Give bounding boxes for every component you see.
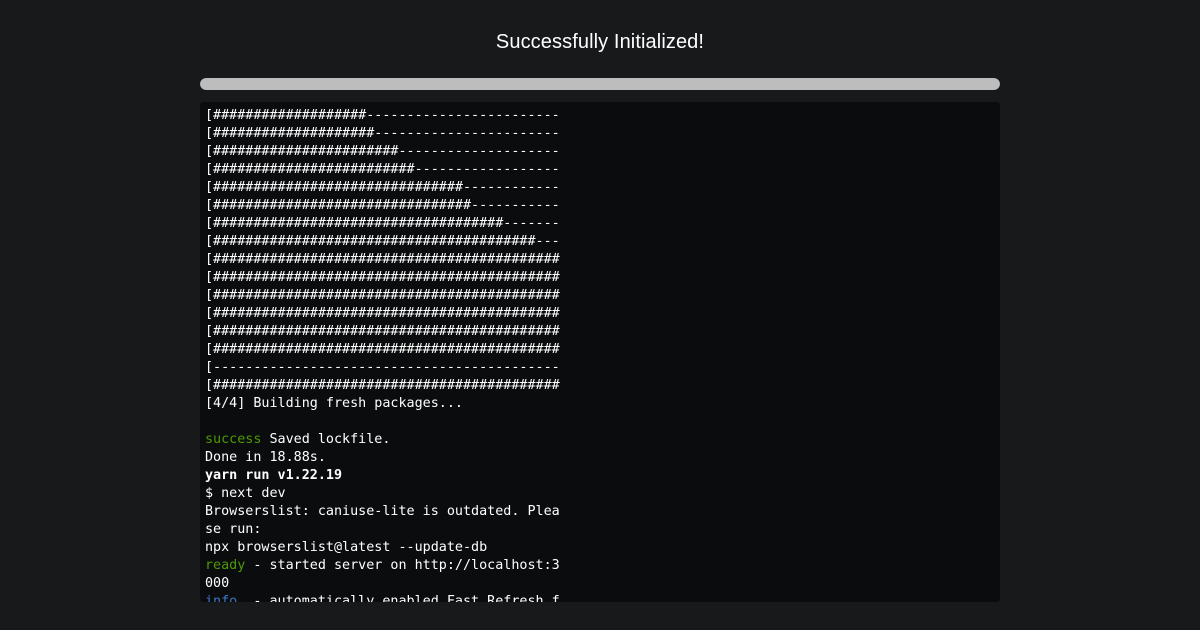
terminal-line-text: $ next dev xyxy=(205,486,286,501)
terminal-line-text: [#######################################… xyxy=(205,342,560,357)
terminal-line: Browserslist: caniuse-lite is outdated. … xyxy=(205,503,565,521)
terminal-line-tag: success xyxy=(205,432,262,447)
terminal-line: [####################-------------------… xyxy=(205,125,565,143)
terminal-line: [#######################################… xyxy=(205,377,565,395)
terminal-line: [#######################################… xyxy=(205,251,565,269)
terminal-line: [#######################################… xyxy=(205,233,565,251)
terminal-line: [#######################################… xyxy=(205,287,565,305)
terminal-line: [#######################################… xyxy=(205,269,565,287)
terminal-line-text: [#######################----------------… xyxy=(205,144,560,159)
terminal-output[interactable]: [###################--------------------… xyxy=(200,102,1000,602)
terminal-line: $ next dev xyxy=(205,485,565,503)
terminal-line: se run: xyxy=(205,521,565,539)
terminal-line-text: [################################-------… xyxy=(205,198,560,213)
terminal-line-text: [#######################################… xyxy=(205,324,560,339)
terminal-line-tag: ready xyxy=(205,558,246,573)
terminal-line: yarn run v1.22.19 xyxy=(205,467,565,485)
terminal-line-tag: info xyxy=(205,594,238,602)
terminal-line-text: [#########################--------------… xyxy=(205,162,560,177)
terminal-line-text: [####################################---… xyxy=(205,216,560,231)
terminal-line-text: [#######################################… xyxy=(205,288,560,303)
terminal-line: [###################--------------------… xyxy=(205,107,565,125)
terminal-line: ready - started server on http://localho… xyxy=(205,557,565,575)
terminal-line-text: yarn run v1.22.19 xyxy=(205,468,343,483)
terminal-line: success Saved lockfile. xyxy=(205,431,565,449)
terminal-line-text: se run: xyxy=(205,522,262,537)
terminal-line: info - automatically enabled Fast Refres… xyxy=(205,593,565,602)
terminal-line: [4/4] Building fresh packages... xyxy=(205,395,565,413)
terminal-line-text: Done in 18.88s. xyxy=(205,450,326,465)
terminal-line: [#######################################… xyxy=(205,305,565,323)
terminal-line-text: [---------------------------------------… xyxy=(205,360,560,375)
terminal-line-text: [#######################################… xyxy=(205,252,560,267)
terminal-line-text: [####################-------------------… xyxy=(205,126,560,141)
terminal-line-text: [#######################################… xyxy=(205,234,560,249)
terminal-line: 000 xyxy=(205,575,565,593)
terminal-line-text: Browserslist: caniuse-lite is outdated. … xyxy=(205,504,560,519)
terminal-line: [#######################----------------… xyxy=(205,143,565,161)
terminal-line-text: [###############################--------… xyxy=(205,180,560,195)
terminal-line-text: - started server on http://localhost:3 xyxy=(245,558,560,573)
terminal-line-text: [4/4] Building fresh packages... xyxy=(205,396,463,411)
terminal-line-text: [#######################################… xyxy=(205,270,560,285)
terminal-line: [#######################################… xyxy=(205,341,565,359)
terminal-line-text: 000 xyxy=(205,576,230,591)
terminal-line-text: [#######################################… xyxy=(205,306,560,321)
terminal-line: Done in 18.88s. xyxy=(205,449,565,467)
terminal-line: [#######################################… xyxy=(205,323,565,341)
page-title: Successfully Initialized! xyxy=(495,31,705,53)
terminal-log: [###################--------------------… xyxy=(205,107,565,602)
terminal-line-text: - automatically enabled Fast Refresh f xyxy=(237,594,560,602)
terminal-line-text: [###################--------------------… xyxy=(205,108,560,123)
progress-bar xyxy=(200,78,1000,90)
terminal-line: npx browserslist@latest --update-db xyxy=(205,539,565,557)
terminal-line: [###############################--------… xyxy=(205,179,565,197)
terminal-line-text: [#######################################… xyxy=(205,378,560,393)
terminal-line: [---------------------------------------… xyxy=(205,359,565,377)
terminal-line-text: Saved lockfile. xyxy=(261,432,391,447)
terminal-line: [####################################---… xyxy=(205,215,565,233)
terminal-line-text: npx browserslist@latest --update-db xyxy=(205,540,488,555)
progress-bar-fill xyxy=(200,78,1000,90)
terminal-line: [################################-------… xyxy=(205,197,565,215)
terminal-line: [#########################--------------… xyxy=(205,161,565,179)
